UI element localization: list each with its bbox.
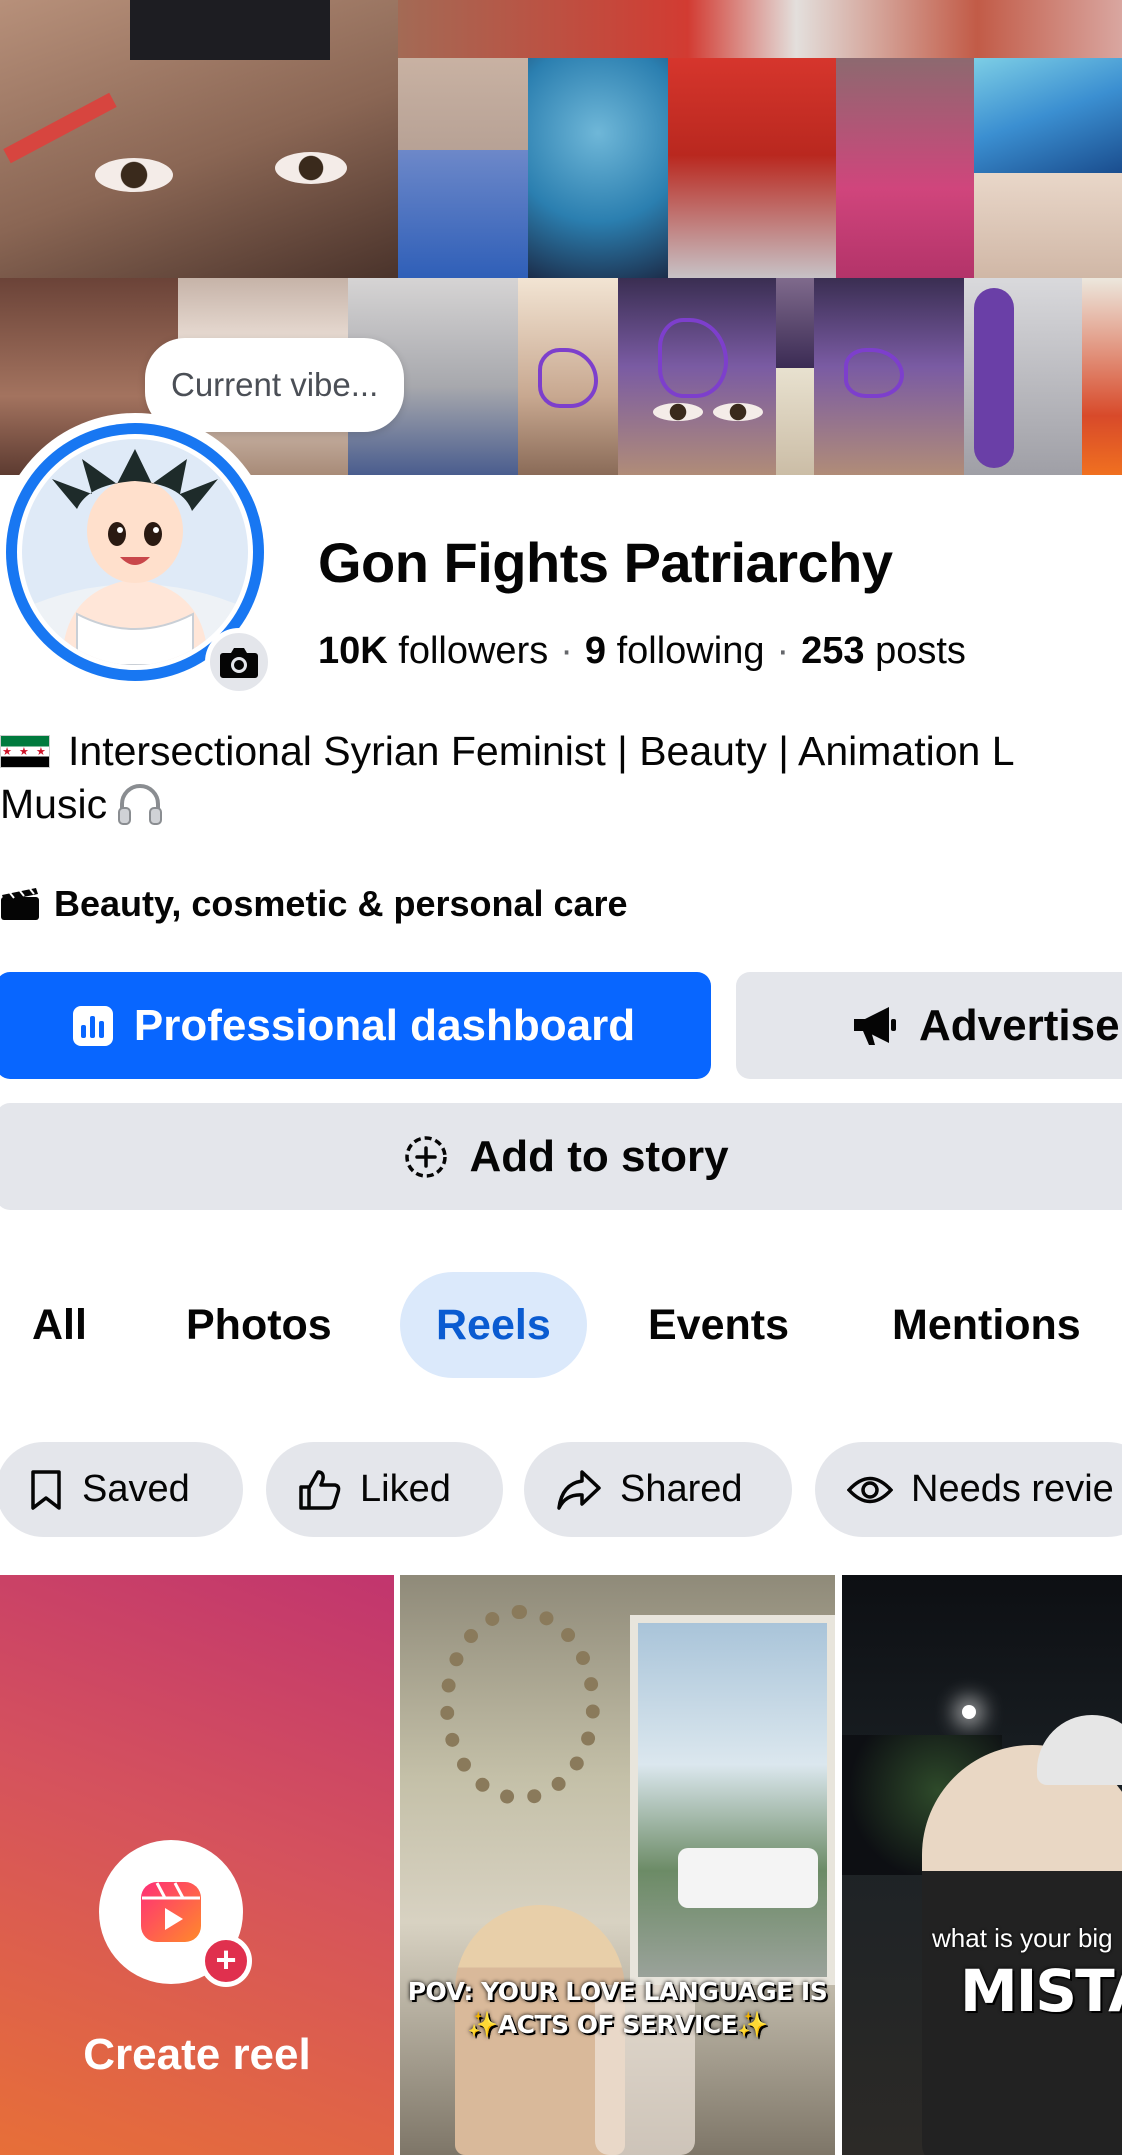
filter-liked[interactable]: Liked — [266, 1442, 503, 1537]
tab-all[interactable]: All — [32, 1272, 87, 1378]
cover-tile — [974, 173, 1122, 278]
cover-tile — [398, 150, 528, 278]
cover-tile — [618, 278, 776, 475]
cover-tile — [528, 55, 668, 278]
current-vibe-text: Current vibe... — [145, 338, 405, 432]
headphones-icon — [117, 782, 163, 839]
cover-tile — [130, 0, 330, 60]
megaphone-icon — [854, 1006, 896, 1045]
following-link[interactable]: 9 following — [585, 630, 765, 672]
filter-saved[interactable]: Saved — [0, 1442, 243, 1537]
profile-stats: 10K followers · 9 following · 253 posts — [318, 630, 966, 672]
profile-name: Gon Fights Patriarchy — [318, 531, 893, 594]
share-arrow-icon — [557, 1469, 601, 1510]
create-reel-tile[interactable]: + Create reel — [0, 1575, 394, 2155]
cover-tile — [964, 278, 1082, 475]
cover-tile — [1082, 278, 1122, 475]
reel-thumbnail[interactable]: what is your big MISTAKE — [842, 1575, 1122, 2155]
content-tabs: All Photos Reels Events Mentions — [0, 1272, 1122, 1378]
cover-tile — [814, 278, 964, 475]
avatar-image — [22, 439, 248, 665]
cover-tile — [398, 0, 1122, 58]
syria-flag-icon: ★ ★ ★ — [0, 735, 50, 768]
filter-needs-review[interactable]: Needs revie — [815, 1442, 1122, 1537]
professional-dashboard-button[interactable]: Professional dashboard — [0, 972, 711, 1079]
bookmark-icon — [31, 1469, 61, 1510]
create-reel-label: Create reel — [83, 2030, 311, 2079]
plus-icon: + — [200, 1935, 252, 1987]
bar-chart-icon — [72, 1005, 113, 1046]
tab-events[interactable]: Events — [648, 1272, 789, 1378]
tab-photos[interactable]: Photos — [186, 1272, 332, 1378]
thumbs-up-icon — [299, 1469, 341, 1510]
profile-bio: ★ ★ ★ Intersectional Syrian Feminist | Be… — [0, 725, 1122, 839]
camera-icon — [220, 648, 258, 678]
tab-mentions[interactable]: Mentions — [892, 1272, 1081, 1378]
reel-thumbnail[interactable]: POV: YOUR LOVE LANGUAGE IS ✨ACTS OF SERV… — [400, 1575, 835, 2155]
followers-link[interactable]: 10K followers — [318, 630, 548, 672]
posts-count: 253 posts — [801, 630, 966, 672]
change-photo-button[interactable] — [205, 628, 273, 696]
current-vibe-bubble[interactable]: Current vibe... — [145, 338, 405, 456]
eye-icon — [847, 1476, 893, 1503]
filter-shared[interactable]: Shared — [524, 1442, 792, 1537]
cover-tile — [518, 278, 618, 475]
add-story-icon — [405, 1135, 448, 1178]
reel-filters: Saved Liked Shared Needs revie — [0, 1442, 1122, 1537]
add-to-story-button[interactable]: Add to story — [0, 1103, 1122, 1210]
cover-tile — [974, 55, 1122, 173]
page-category: Beauty, cosmetic & personal care — [0, 883, 628, 925]
cover-tile — [836, 55, 974, 278]
clapperboard-icon — [1, 888, 39, 920]
cover-tile — [668, 55, 836, 278]
advertise-button[interactable]: Advertise — [736, 972, 1122, 1079]
tab-reels[interactable]: Reels — [400, 1272, 587, 1378]
reels-icon — [141, 1882, 201, 1942]
